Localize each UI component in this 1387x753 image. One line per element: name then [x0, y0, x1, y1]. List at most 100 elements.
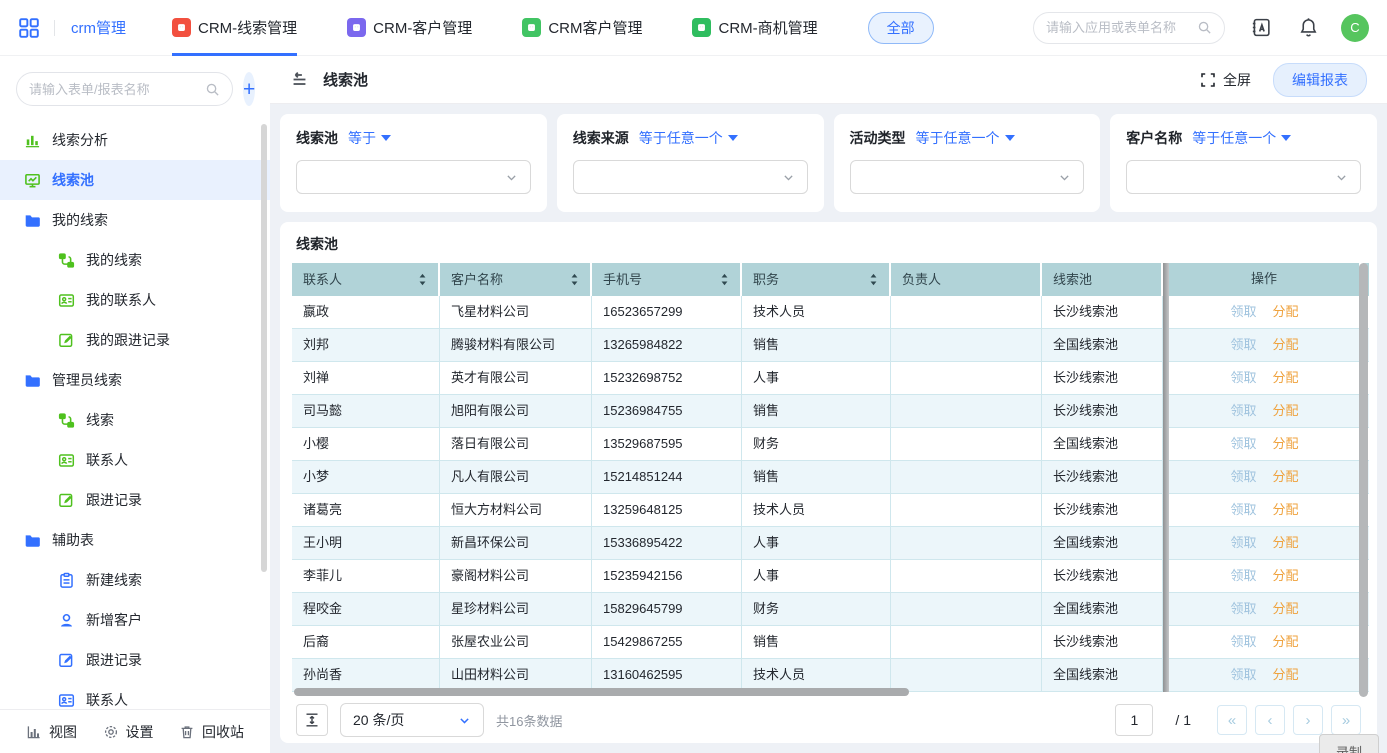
sidebar-item-11[interactable]: 辅助表	[0, 520, 270, 560]
sidebar-item-5[interactable]: 我的联系人	[0, 280, 270, 320]
sort-icon[interactable]	[720, 273, 729, 286]
user-avatar[interactable]: C	[1341, 14, 1369, 42]
notifications-bell-icon[interactable]	[1298, 17, 1319, 38]
form-search[interactable]	[16, 72, 233, 106]
app-tab-4[interactable]: CRM-商机管理	[692, 0, 817, 56]
claim-link[interactable]: 领取	[1230, 403, 1256, 418]
assign-link[interactable]: 分配	[1273, 337, 1299, 352]
sidebar-footer-gear[interactable]: 设置	[103, 722, 154, 742]
sidebar-item-4[interactable]: 我的线索	[0, 240, 270, 280]
assign-link[interactable]: 分配	[1273, 568, 1299, 583]
apps-grid-icon[interactable]	[18, 17, 40, 39]
sidebar-item-9[interactable]: 联系人	[0, 440, 270, 480]
sidebar-item-3[interactable]: 我的线索	[0, 200, 270, 240]
sidebar-scrollbar[interactable]	[261, 124, 267, 572]
sidebar-item-14[interactable]: 跟进记录	[0, 640, 270, 680]
claim-link[interactable]: 领取	[1230, 502, 1256, 517]
assign-link[interactable]: 分配	[1273, 502, 1299, 517]
claim-link[interactable]: 领取	[1230, 568, 1256, 583]
table-row[interactable]: 司马懿旭阳有限公司15236984755销售长沙线索池领取分配	[292, 395, 1369, 428]
all-apps-button[interactable]: 全部	[868, 12, 934, 44]
sidebar-item-7[interactable]: 管理员线索	[0, 360, 270, 400]
assign-link[interactable]: 分配	[1273, 403, 1299, 418]
column-header[interactable]: 客户名称	[440, 263, 592, 296]
fullscreen-button[interactable]: 全屏	[1200, 70, 1251, 90]
screen-record-chip[interactable]: 录制	[1319, 734, 1379, 753]
page-size-select[interactable]: 20 条/页	[340, 703, 484, 737]
global-search[interactable]	[1033, 12, 1225, 44]
sidebar-footer-trash[interactable]: 回收站	[179, 722, 244, 742]
claim-link[interactable]: 领取	[1230, 601, 1256, 616]
table-row[interactable]: 小樱落日有限公司13529687595财务全国线索池领取分配	[292, 428, 1369, 461]
table-row[interactable]: 刘禅英才有限公司15232698752人事长沙线索池领取分配	[292, 362, 1369, 395]
claim-link[interactable]: 领取	[1230, 634, 1256, 649]
column-header[interactable]: 线索池	[1042, 263, 1163, 296]
contacts-book-icon[interactable]	[1251, 17, 1272, 38]
current-page-input[interactable]	[1115, 704, 1153, 736]
column-header[interactable]: 联系人	[292, 263, 440, 296]
filter-condition[interactable]: 等于任意一个	[639, 128, 738, 148]
form-search-input[interactable]	[29, 82, 205, 97]
claim-link[interactable]: 领取	[1230, 667, 1256, 682]
horizontal-scrollbar[interactable]	[294, 688, 909, 696]
sidebar-footer-view[interactable]: 视图	[26, 722, 77, 742]
sidebar-item-13[interactable]: 新增客户	[0, 600, 270, 640]
filter-value-select[interactable]	[850, 160, 1085, 194]
claim-link[interactable]: 领取	[1230, 304, 1256, 319]
table-row[interactable]: 刘邦腾骏材料有限公司13265984822销售全国线索池领取分配	[292, 329, 1369, 362]
next-page-button[interactable]: ›	[1293, 705, 1323, 735]
edit-report-button[interactable]: 编辑报表	[1273, 63, 1367, 97]
sort-icon[interactable]	[418, 273, 427, 286]
claim-link[interactable]: 领取	[1230, 535, 1256, 550]
app-tab-3[interactable]: CRM客户管理	[522, 0, 642, 56]
table-row[interactable]: 后裔张屋农业公司15429867255销售长沙线索池领取分配	[292, 626, 1369, 659]
sidebar-item-6[interactable]: 我的跟进记录	[0, 320, 270, 360]
filter-condition[interactable]: 等于任意一个	[1192, 128, 1291, 148]
prev-page-button[interactable]: ‹	[1255, 705, 1285, 735]
column-header-actions[interactable]: 操作	[1169, 263, 1361, 296]
sidebar-item-15[interactable]: 联系人	[0, 680, 270, 709]
assign-link[interactable]: 分配	[1273, 601, 1299, 616]
sidebar-item-10[interactable]: 跟进记录	[0, 480, 270, 520]
assign-link[interactable]: 分配	[1273, 304, 1299, 319]
sort-icon[interactable]	[570, 273, 579, 286]
vertical-scrollbar[interactable]	[1359, 263, 1368, 697]
assign-link[interactable]: 分配	[1273, 469, 1299, 484]
claim-link[interactable]: 领取	[1230, 469, 1256, 484]
table-row[interactable]: 小梦凡人有限公司15214851244销售长沙线索池领取分配	[292, 461, 1369, 494]
add-form-button[interactable]: +	[243, 72, 255, 106]
filter-value-select[interactable]	[573, 160, 808, 194]
workspace-title[interactable]: crm管理	[71, 17, 126, 38]
assign-link[interactable]: 分配	[1273, 436, 1299, 451]
table-row[interactable]: 嬴政飞星材料公司16523657299技术人员长沙线索池领取分配	[292, 296, 1369, 329]
assign-link[interactable]: 分配	[1273, 535, 1299, 550]
sidebar-item-12[interactable]: 新建线索	[0, 560, 270, 600]
filter-value-select[interactable]	[1126, 160, 1361, 194]
claim-link[interactable]: 领取	[1230, 337, 1256, 352]
column-header[interactable]: 手机号	[592, 263, 742, 296]
column-header[interactable]: 职务	[742, 263, 891, 296]
assign-link[interactable]: 分配	[1273, 370, 1299, 385]
table-row[interactable]: 李菲儿豪阁材料公司15235942156人事长沙线索池领取分配	[292, 560, 1369, 593]
app-tab-1[interactable]: CRM-线索管理	[172, 0, 297, 56]
collapse-sidebar-icon[interactable]	[290, 70, 309, 89]
table-row[interactable]: 王小明新昌环保公司15336895422人事全国线索池领取分配	[292, 527, 1369, 560]
sidebar-item-1[interactable]: 线索分析	[0, 120, 270, 160]
claim-link[interactable]: 领取	[1230, 436, 1256, 451]
assign-link[interactable]: 分配	[1273, 667, 1299, 682]
table-row[interactable]: 诸葛亮恒大方材料公司13259648125技术人员长沙线索池领取分配	[292, 494, 1369, 527]
table-row[interactable]: 程咬金星珍材料公司15829645799财务全国线索池领取分配	[292, 593, 1369, 626]
first-page-button[interactable]: «	[1217, 705, 1247, 735]
assign-link[interactable]: 分配	[1273, 634, 1299, 649]
filter-condition[interactable]: 等于任意一个	[916, 128, 1015, 148]
sort-icon[interactable]	[869, 273, 878, 286]
row-height-button[interactable]	[296, 704, 328, 736]
claim-link[interactable]: 领取	[1230, 370, 1256, 385]
column-header[interactable]: 负责人	[891, 263, 1042, 296]
sidebar-item-8[interactable]: 线索	[0, 400, 270, 440]
filter-value-select[interactable]	[296, 160, 531, 194]
last-page-button[interactable]: »	[1331, 705, 1361, 735]
global-search-input[interactable]	[1046, 20, 1197, 35]
sidebar-item-2[interactable]: 线索池	[0, 160, 270, 200]
filter-condition[interactable]: 等于	[348, 128, 391, 148]
